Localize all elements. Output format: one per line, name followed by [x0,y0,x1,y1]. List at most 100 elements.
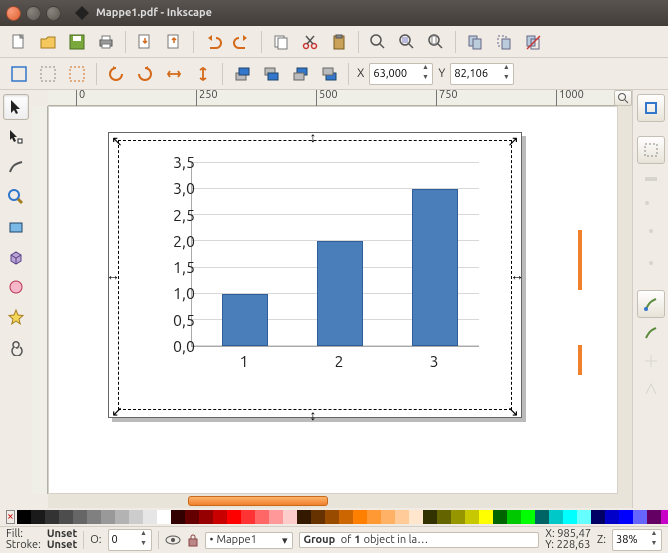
snap-bbox-edge-button[interactable] [638,166,664,192]
selector-tool[interactable] [3,94,29,120]
scale-handle[interactable]: ↘ [506,404,520,418]
cut-button[interactable] [297,29,323,55]
color-swatch[interactable] [381,510,395,524]
snap-nodes-button[interactable] [637,290,665,318]
rectangle-tool[interactable] [3,214,29,240]
scale-handle[interactable]: ↕ [306,130,320,144]
zoom-selection-button[interactable] [365,29,391,55]
color-swatch[interactable] [31,510,45,524]
color-swatch[interactable] [255,510,269,524]
lower-button[interactable] [287,61,313,87]
ellipse-tool[interactable] [3,274,29,300]
color-swatch[interactable] [45,510,59,524]
canvas[interactable]: 0,0 0,5 1,0 1,5 2,0 2,5 3,0 3,5 1 2 3 [48,106,618,494]
node-tool[interactable] [3,124,29,150]
scale-handle[interactable]: ↖ [110,134,124,148]
save-button[interactable] [64,29,90,55]
flip-horizontal-button[interactable] [161,61,187,87]
no-color-swatch[interactable]: × [6,510,15,524]
quick-zoom-button[interactable] [614,90,632,106]
y-coord-input[interactable]: ▲▼ [450,63,514,85]
new-button[interactable] [6,29,32,55]
fill-stroke-values[interactable]: Unset Unset [47,529,77,551]
spin-up[interactable]: ▲ [499,64,513,74]
color-swatch[interactable] [563,510,577,524]
spin-down[interactable]: ▼ [499,74,513,84]
color-swatch[interactable] [297,510,311,524]
color-swatch[interactable] [619,510,633,524]
unlink-clone-button[interactable] [520,29,546,55]
color-swatch[interactable] [605,510,619,524]
color-swatch[interactable] [661,510,668,524]
window-maximize-button[interactable] [46,6,61,21]
window-minimize-button[interactable] [26,6,41,21]
export-button[interactable] [161,29,187,55]
select-all-button[interactable] [35,61,61,87]
color-swatch[interactable] [353,510,367,524]
color-swatch[interactable] [647,510,661,524]
raise-top-button[interactable] [229,61,255,87]
color-swatch[interactable] [577,510,591,524]
color-swatch[interactable] [507,510,521,524]
raise-button[interactable] [258,61,284,87]
snap-intersection-button[interactable] [638,348,664,374]
color-swatch[interactable] [283,510,297,524]
snap-path-button[interactable] [638,320,664,346]
zoom-input[interactable]: ▲▼ [612,529,662,551]
color-swatch[interactable] [101,510,115,524]
tweak-tool[interactable] [3,154,29,180]
horizontal-scrollbar[interactable] [48,494,632,508]
color-swatch[interactable] [633,510,647,524]
layer-selector[interactable]: •Mappe1 ▾ [205,532,293,549]
color-swatch[interactable] [451,510,465,524]
window-close-button[interactable] [6,6,21,21]
color-swatch[interactable] [395,510,409,524]
color-swatch[interactable] [465,510,479,524]
visibility-icon[interactable] [165,534,181,546]
color-swatch[interactable] [73,510,87,524]
color-swatch[interactable] [157,510,171,524]
color-swatch[interactable] [17,510,31,524]
color-swatch[interactable] [591,510,605,524]
color-swatch[interactable] [185,510,199,524]
color-swatch[interactable] [409,510,423,524]
flip-vertical-button[interactable] [190,61,216,87]
color-swatch[interactable] [143,510,157,524]
color-swatch[interactable] [423,510,437,524]
undo-button[interactable] [200,29,226,55]
color-swatch[interactable] [269,510,283,524]
open-button[interactable] [35,29,61,55]
scale-handle[interactable]: ↔ [510,268,524,282]
snap-bbox-corner-button[interactable] [638,194,664,220]
scale-handle[interactable]: ↕ [306,408,320,422]
color-swatch[interactable] [549,510,563,524]
zoom-drawing-button[interactable] [394,29,420,55]
import-button[interactable] [132,29,158,55]
copy-button[interactable] [268,29,294,55]
rotate-ccw-button[interactable] [103,61,129,87]
zoom-tool[interactable] [3,184,29,210]
lock-icon[interactable] [187,533,199,547]
snap-bbox-midpoint-button[interactable] [638,222,664,248]
snap-cusp-button[interactable] [638,376,664,402]
color-swatch[interactable] [213,510,227,524]
snap-enable-button[interactable] [637,94,665,122]
duplicate-button[interactable] [462,29,488,55]
color-swatch[interactable] [87,510,101,524]
star-tool[interactable] [3,304,29,330]
color-swatch[interactable] [493,510,507,524]
color-swatch[interactable] [227,510,241,524]
3dbox-tool[interactable] [3,244,29,270]
color-swatch[interactable] [479,510,493,524]
color-swatch[interactable] [59,510,73,524]
color-swatch[interactable] [115,510,129,524]
x-coord-input[interactable]: ▲▼ [369,63,433,85]
spin-down[interactable]: ▼ [418,74,432,84]
scale-handle[interactable]: ↗ [506,134,520,148]
print-button[interactable] [93,29,119,55]
opacity-input[interactable]: ▲▼ [108,529,152,551]
ruler-horizontal[interactable]: 0 250 500 750 1000 [48,90,628,106]
deselect-button[interactable] [64,61,90,87]
color-swatch[interactable] [325,510,339,524]
vertical-scrollbar[interactable] [618,106,632,494]
